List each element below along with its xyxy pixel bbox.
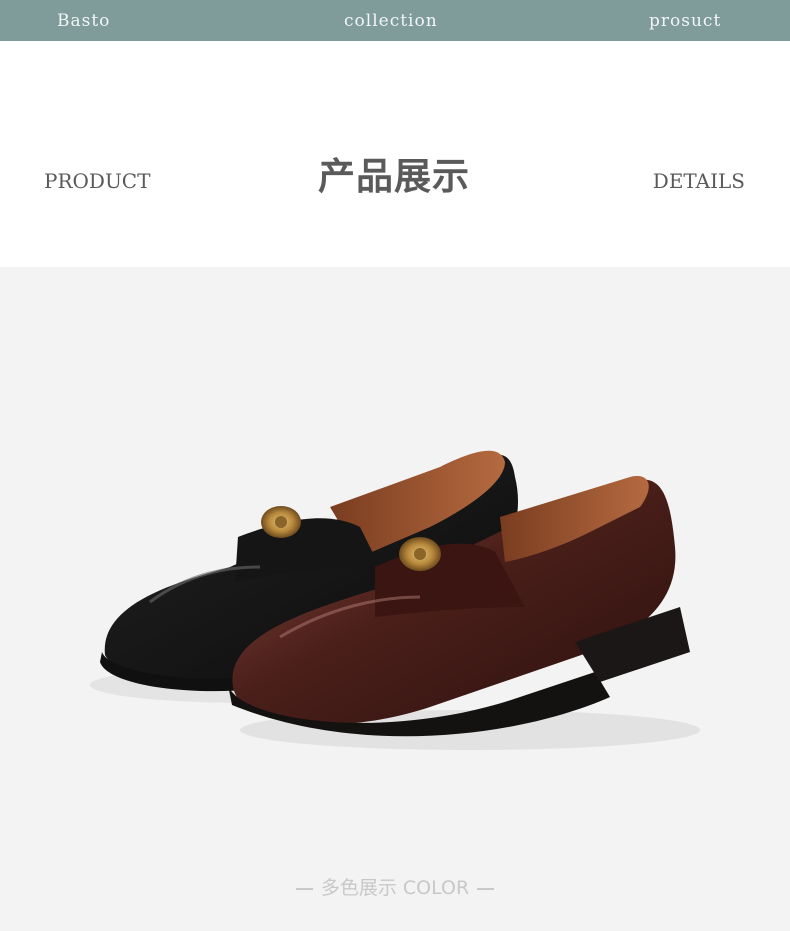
top-navigation-bar: Basto collection prosuct: [0, 0, 790, 41]
caption-text: 多色展示 COLOR: [320, 877, 470, 899]
nav-item-basto[interactable]: Basto: [57, 11, 110, 31]
nav-item-prosuct[interactable]: prosuct: [649, 11, 721, 31]
caption-right-dash: [477, 887, 495, 890]
product-stage: 多色展示 COLOR: [0, 267, 790, 931]
nav-item-collection[interactable]: collection: [344, 11, 438, 31]
header-left-label: PRODUCT: [44, 169, 151, 193]
caption-left-dash: [295, 887, 313, 890]
page-title: 产品展示: [318, 154, 470, 198]
loafer-shoes-image: [90, 450, 700, 750]
product-header: PRODUCT 产品展示 DETAILS: [0, 41, 790, 267]
color-caption: 多色展示 COLOR: [0, 873, 790, 900]
header-right-label: DETAILS: [652, 169, 745, 193]
